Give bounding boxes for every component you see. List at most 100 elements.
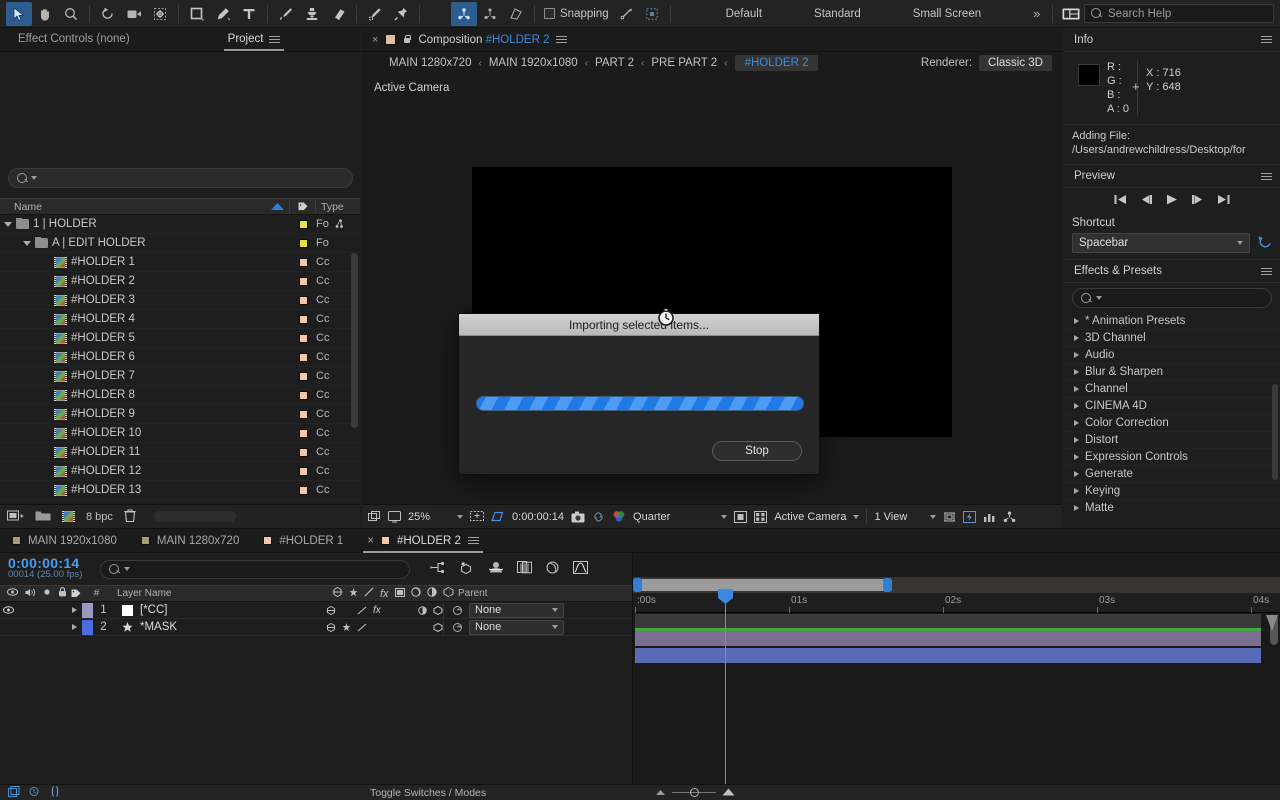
layer-label-color[interactable] bbox=[82, 602, 93, 618]
resolution-value[interactable]: Quarter bbox=[633, 511, 670, 523]
label-color-swatch[interactable] bbox=[298, 352, 308, 362]
comp-renderer-icon[interactable] bbox=[8, 785, 20, 800]
project-item-list[interactable]: 1 | HOLDER Fo A | EDIT HOLDER Fo #HOLDER 1 Cc… bbox=[0, 215, 360, 528]
label-color-swatch[interactable] bbox=[298, 219, 308, 229]
previous-frame-button[interactable] bbox=[1140, 194, 1153, 208]
layer-disclosure-triangle-icon[interactable] bbox=[66, 624, 82, 630]
zoom-out-icon[interactable] bbox=[655, 787, 666, 799]
tab-effect-controls[interactable]: Effect Controls (none) bbox=[0, 27, 140, 51]
brush-tool[interactable] bbox=[273, 2, 299, 26]
label-color-swatch[interactable] bbox=[298, 428, 308, 438]
monitor-icon[interactable] bbox=[388, 510, 401, 523]
parent-select[interactable]: None bbox=[469, 602, 564, 618]
effects-category-row[interactable]: Expression Controls bbox=[1064, 449, 1280, 466]
zoom-tool[interactable] bbox=[58, 2, 84, 26]
selection-tool[interactable] bbox=[6, 1, 32, 26]
breadcrumb-item[interactable]: PRE PART 2 bbox=[651, 57, 717, 69]
work-area-end-handle[interactable] bbox=[883, 578, 892, 592]
breadcrumb-item[interactable]: PART 2 bbox=[595, 57, 634, 69]
project-item-row[interactable]: A | EDIT HOLDER Fo bbox=[0, 234, 360, 253]
composition-tab-title[interactable]: Composition #HOLDER 2 bbox=[418, 34, 549, 46]
effects-search-input[interactable] bbox=[1072, 288, 1272, 308]
layer-solo-toggle[interactable] bbox=[32, 602, 48, 619]
disclosure-triangle-icon[interactable] bbox=[23, 240, 31, 246]
timeline-tab[interactable]: MAIN 1280x720 bbox=[129, 529, 251, 553]
project-footer-field[interactable] bbox=[153, 511, 236, 522]
tab-project[interactable]: Project bbox=[218, 27, 291, 51]
layer-audio-toggle[interactable] bbox=[16, 602, 32, 619]
disclosure-triangle-icon[interactable] bbox=[1074, 437, 1079, 443]
disclosure-triangle-icon[interactable] bbox=[1074, 335, 1079, 341]
column-header-type[interactable]: Type bbox=[316, 199, 360, 214]
effects-category-row[interactable]: Distort bbox=[1064, 432, 1280, 449]
layer-switches[interactable] bbox=[326, 622, 443, 632]
breadcrumb-item[interactable]: MAIN 1280x720 bbox=[389, 57, 471, 69]
effects-category-row[interactable]: Generate bbox=[1064, 466, 1280, 483]
next-frame-button[interactable] bbox=[1191, 194, 1204, 208]
sort-ascending-icon[interactable] bbox=[271, 201, 284, 213]
project-item-row[interactable]: #HOLDER 10 Cc bbox=[0, 424, 360, 443]
reset-shortcut-icon[interactable] bbox=[1257, 235, 1272, 252]
snapshot-icon[interactable] bbox=[571, 511, 585, 523]
effects-category-row[interactable]: CINEMA 4D bbox=[1064, 398, 1280, 415]
playhead[interactable] bbox=[718, 589, 733, 800]
zoom-slider-track[interactable] bbox=[672, 788, 716, 797]
layer-parent-cell[interactable]: None bbox=[443, 602, 623, 618]
search-filter-caret-icon[interactable] bbox=[31, 176, 37, 180]
bit-depth-label[interactable]: 8 bpc bbox=[86, 511, 113, 523]
layer-switches[interactable]: fx bbox=[326, 605, 443, 616]
label-color-swatch[interactable] bbox=[298, 409, 308, 419]
layer-solo-toggle[interactable] bbox=[32, 619, 48, 636]
label-color-swatch[interactable] bbox=[298, 295, 308, 305]
label-color-swatch[interactable] bbox=[298, 238, 308, 248]
workspace-small-screen[interactable]: Small Screen bbox=[913, 8, 981, 20]
project-item-row[interactable]: #HOLDER 13 Cc bbox=[0, 481, 360, 500]
effects-category-row[interactable]: Blur & Sharpen bbox=[1064, 364, 1280, 381]
disclosure-triangle-icon[interactable] bbox=[1074, 386, 1079, 392]
lock-icon[interactable] bbox=[403, 35, 412, 44]
brackets-icon[interactable] bbox=[50, 785, 60, 800]
always-preview-icon[interactable] bbox=[368, 510, 381, 523]
frame-rate-icon[interactable] bbox=[29, 786, 41, 800]
renderer-value[interactable]: Classic 3D bbox=[979, 55, 1052, 71]
zoom-slider-knob[interactable] bbox=[690, 788, 699, 797]
pixel-aspect-icon[interactable] bbox=[943, 511, 956, 523]
view-axis-mode[interactable] bbox=[503, 2, 529, 26]
project-panel-menu-icon[interactable] bbox=[269, 34, 281, 45]
column-header-label[interactable] bbox=[290, 199, 316, 214]
breadcrumb-item[interactable]: #HOLDER 2 bbox=[734, 55, 819, 71]
project-item-row[interactable]: #HOLDER 9 Cc bbox=[0, 405, 360, 424]
effects-category-row[interactable]: Color Correction bbox=[1064, 415, 1280, 432]
label-color-swatch[interactable] bbox=[298, 447, 308, 457]
search-help-input[interactable]: Search Help bbox=[1084, 4, 1274, 23]
frame-blending-icon[interactable] bbox=[517, 561, 533, 577]
disclosure-triangle-icon[interactable] bbox=[1074, 352, 1079, 358]
timeline-tab[interactable]: #HOLDER 1 bbox=[251, 529, 355, 553]
layer-lock-toggle[interactable] bbox=[48, 602, 64, 619]
disclosure-triangle-icon[interactable] bbox=[1074, 318, 1079, 324]
workspace-standard[interactable]: Standard bbox=[814, 8, 861, 20]
label-color-swatch[interactable] bbox=[298, 257, 308, 267]
layer-label-color[interactable] bbox=[82, 619, 93, 635]
shortcut-select[interactable]: Spacebar bbox=[1072, 233, 1250, 253]
views-caret-icon[interactable] bbox=[930, 514, 937, 519]
layer-lock-toggle[interactable] bbox=[48, 619, 64, 636]
play-button[interactable] bbox=[1166, 194, 1178, 208]
breadcrumb-item[interactable]: MAIN 1920x1080 bbox=[489, 57, 578, 69]
timeline-graph-area[interactable]: :00s 01s 02s 03s 04s bbox=[632, 553, 1280, 800]
shape-tool[interactable] bbox=[184, 2, 210, 26]
layer-visibility-toggle[interactable] bbox=[0, 602, 16, 619]
project-item-row[interactable]: #HOLDER 4 Cc bbox=[0, 310, 360, 329]
workspace-default[interactable]: Default bbox=[726, 8, 762, 20]
work-area-start-handle[interactable] bbox=[633, 578, 642, 592]
first-frame-button[interactable] bbox=[1114, 194, 1127, 208]
label-color-swatch[interactable] bbox=[298, 314, 308, 324]
layer-parent-cell[interactable]: None bbox=[443, 619, 623, 635]
workspace-overflow-button[interactable]: » bbox=[1033, 6, 1040, 21]
snap-grid-icon[interactable] bbox=[639, 2, 665, 26]
zoom-in-icon[interactable] bbox=[722, 787, 735, 799]
effects-category-row[interactable]: Keying bbox=[1064, 483, 1280, 500]
clone-stamp-tool[interactable] bbox=[299, 2, 325, 26]
grid-guides-icon[interactable] bbox=[470, 510, 485, 523]
toggle-switches-modes-button[interactable]: Toggle Switches / Modes bbox=[370, 787, 486, 799]
